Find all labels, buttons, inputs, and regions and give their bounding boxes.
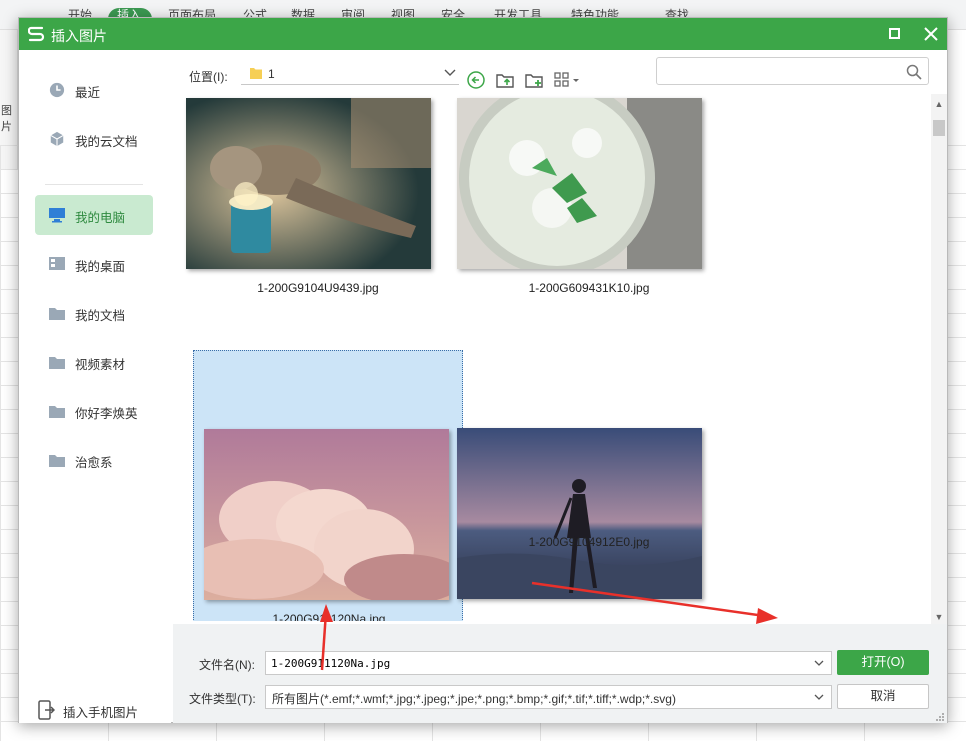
location-dropdown[interactable]: 1 — [241, 63, 459, 85]
sidebar-item-video-assets[interactable]: 视频素材 — [35, 342, 153, 382]
insert-from-phone-button[interactable]: 插入手机图片 — [35, 698, 165, 722]
sidebar-item-label: 我的云文档 — [75, 135, 138, 149]
view-mode-icon[interactable] — [553, 70, 581, 90]
phone-import-icon — [38, 700, 55, 720]
new-folder-icon[interactable] — [524, 70, 544, 90]
file-selection-panel: 文件名(N): 文件类型(T): 所有图片(*.emf;*.wmf;*.jpg;… — [173, 624, 947, 723]
folder-icon — [49, 406, 65, 418]
scroll-down-icon[interactable]: ▼ — [931, 609, 947, 625]
wps-logo-icon — [28, 26, 45, 42]
scroll-up-icon[interactable]: ▲ — [931, 96, 947, 112]
insert-picture-dialog: 插入图片 最近 我的云文档 我的电脑 我的桌面 我的文档 视频素材 你好李焕英 … — [18, 17, 948, 723]
file-grid: 1-200G9104U9439.jpg 1-200G609431K10.jpg — [173, 94, 931, 621]
chevron-down-icon — [444, 69, 456, 76]
cancel-button[interactable]: 取消 — [837, 684, 929, 709]
resize-grip-icon[interactable] — [935, 712, 945, 722]
folder-icon — [49, 308, 65, 320]
search-input[interactable] — [656, 57, 929, 85]
sidebar-divider — [45, 184, 143, 185]
up-folder-icon[interactable] — [495, 70, 515, 90]
insert-from-phone-label: 插入手机图片 — [63, 706, 139, 720]
thumbnail-girl-on-beach — [457, 428, 702, 599]
desktop-icon — [49, 257, 65, 270]
file-name: 1-200G609431K10.jpg — [528, 281, 650, 295]
sidebar-item-recent[interactable]: 最近 — [35, 70, 153, 110]
sidebar-item-my-computer[interactable]: 我的电脑 — [35, 195, 153, 235]
back-icon[interactable] — [466, 70, 486, 90]
close-icon — [924, 27, 938, 41]
chevron-down-icon[interactable] — [813, 691, 825, 703]
file-grid-scrollbar[interactable]: ▲ ▼ — [931, 94, 947, 626]
clock-icon — [49, 82, 65, 98]
sidebar-item-healing[interactable]: 治愈系 — [35, 440, 153, 480]
sidebar-item-folder-hello[interactable]: 你好李焕英 — [35, 391, 153, 431]
sidebar-item-label: 最近 — [75, 86, 101, 100]
file-tile-beach[interactable]: 1-200G9104912E0.jpg — [454, 350, 724, 621]
sidebar-item-desktop[interactable]: 我的桌面 — [35, 244, 153, 284]
sidebar-item-my-documents[interactable]: 我的文档 — [35, 293, 153, 333]
search-icon[interactable] — [906, 64, 922, 80]
dialog-title: 插入图片 — [51, 28, 107, 44]
file-name: 1-200G9104912E0.jpg — [528, 535, 650, 549]
sidebar-item-label: 我的电脑 — [75, 211, 126, 225]
sidebar-item-label: 你好李焕英 — [75, 407, 138, 421]
location-sidebar: 最近 我的云文档 我的电脑 我的桌面 我的文档 视频素材 你好李焕英 治愈系 插… — [19, 50, 171, 723]
file-tile-clouds-selected[interactable]: 1-200G911120Na.jpg — [193, 350, 463, 621]
sidebar-item-cloud-docs[interactable]: 我的云文档 — [35, 119, 153, 159]
maximize-button[interactable] — [885, 25, 905, 43]
thumbnail-pink-clouds — [204, 429, 449, 600]
sidebar-item-label: 我的桌面 — [75, 260, 126, 274]
chevron-down-icon[interactable] — [813, 657, 825, 669]
computer-icon — [49, 208, 65, 223]
close-button[interactable] — [919, 22, 943, 46]
scroll-thumb[interactable] — [933, 120, 945, 136]
picture-tool-label[interactable]: 图片 — [1, 102, 17, 134]
file-tile-drink[interactable]: 1-200G609431K10.jpg — [454, 94, 724, 374]
filename-label: 文件名(N): — [199, 658, 255, 672]
location-value: 1 — [268, 67, 275, 81]
filetype-label: 文件类型(T): — [189, 692, 256, 706]
folder-icon — [49, 357, 65, 369]
sidebar-item-label: 视频素材 — [75, 358, 126, 372]
open-button[interactable]: 打开(O) — [837, 650, 929, 675]
file-name: 1-200G9104U9439.jpg — [257, 281, 379, 295]
thumbnail-iced-mint-drink — [457, 98, 702, 269]
file-name: 1-200G911120Na.jpg — [272, 612, 386, 621]
maximize-icon — [889, 28, 900, 39]
thumbnail-cat-with-sparkler — [186, 98, 431, 269]
sidebar-item-label: 我的文档 — [75, 309, 126, 323]
folder-icon — [250, 68, 262, 79]
folder-icon — [49, 455, 65, 467]
filetype-dropdown[interactable]: 所有图片(*.emf;*.wmf;*.jpg;*.jpeg;*.jpe;*.pn… — [265, 685, 832, 709]
file-tile-cat[interactable]: 1-200G9104U9439.jpg — [183, 94, 453, 374]
cloud-box-icon — [50, 131, 64, 147]
location-label: 位置(I): — [189, 70, 228, 84]
filename-input[interactable] — [265, 651, 832, 675]
sidebar-item-label: 治愈系 — [75, 456, 113, 470]
dialog-titlebar: 插入图片 — [19, 18, 947, 50]
